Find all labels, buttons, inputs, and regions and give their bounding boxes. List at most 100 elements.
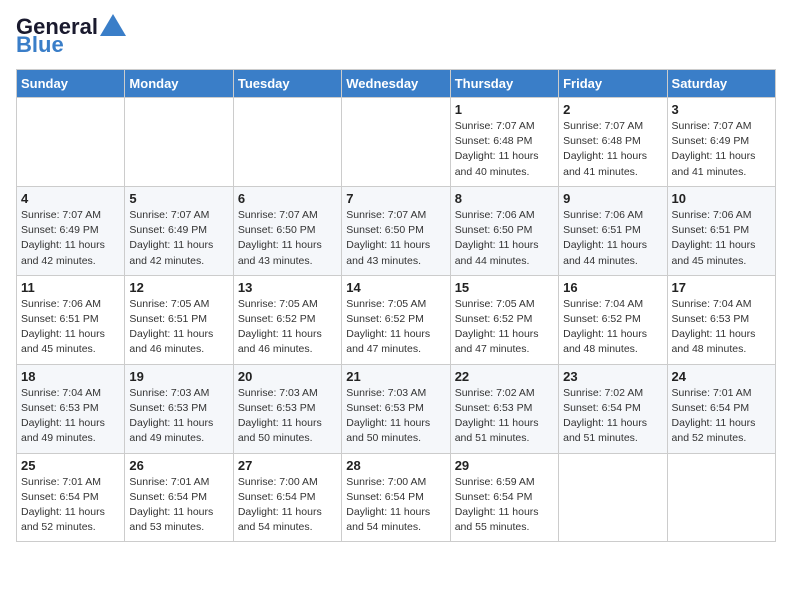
day-number: 3 [672,102,771,117]
day-info: Sunrise: 7:00 AM Sunset: 6:54 PM Dayligh… [346,475,445,536]
calendar-cell: 20 Sunrise: 7:03 AM Sunset: 6:53 PM Dayli… [233,364,341,453]
calendar-cell [17,98,125,187]
day-info: Sunrise: 7:05 AM Sunset: 6:52 PM Dayligh… [455,297,554,358]
day-number: 19 [129,369,228,384]
calendar-cell: 22 Sunrise: 7:02 AM Sunset: 6:53 PM Dayli… [450,364,558,453]
calendar-cell: 8 Sunrise: 7:06 AM Sunset: 6:50 PM Daylig… [450,186,558,275]
day-info: Sunrise: 7:06 AM Sunset: 6:50 PM Dayligh… [455,208,554,269]
day-info: Sunrise: 7:07 AM Sunset: 6:49 PM Dayligh… [21,208,120,269]
calendar-cell: 14 Sunrise: 7:05 AM Sunset: 6:52 PM Dayli… [342,275,450,364]
day-number: 13 [238,280,337,295]
day-info: Sunrise: 7:05 AM Sunset: 6:52 PM Dayligh… [346,297,445,358]
day-info: Sunrise: 7:04 AM Sunset: 6:53 PM Dayligh… [672,297,771,358]
calendar-cell: 1Sunrise: 7:07 AM Sunset: 6:48 PM Daylig… [450,98,558,187]
calendar-cell: 9 Sunrise: 7:06 AM Sunset: 6:51 PM Daylig… [559,186,667,275]
day-info: Sunrise: 7:04 AM Sunset: 6:52 PM Dayligh… [563,297,662,358]
day-number: 22 [455,369,554,384]
day-info: Sunrise: 7:01 AM Sunset: 6:54 PM Dayligh… [21,475,120,536]
weekday-header-thursday: Thursday [450,70,558,98]
calendar-cell [125,98,233,187]
calendar-cell: 12 Sunrise: 7:05 AM Sunset: 6:51 PM Dayli… [125,275,233,364]
day-number: 14 [346,280,445,295]
calendar-cell: 18 Sunrise: 7:04 AM Sunset: 6:53 PM Dayli… [17,364,125,453]
day-number: 1 [455,102,554,117]
day-info: Sunrise: 7:01 AM Sunset: 6:54 PM Dayligh… [129,475,228,536]
day-number: 12 [129,280,228,295]
calendar-cell: 7 Sunrise: 7:07 AM Sunset: 6:50 PM Daylig… [342,186,450,275]
day-number: 16 [563,280,662,295]
day-number: 15 [455,280,554,295]
day-info: Sunrise: 7:05 AM Sunset: 6:52 PM Dayligh… [238,297,337,358]
day-info: Sunrise: 7:02 AM Sunset: 6:54 PM Dayligh… [563,386,662,447]
day-info: Sunrise: 7:05 AM Sunset: 6:51 PM Dayligh… [129,297,228,358]
calendar-cell: 29 Sunrise: 6:59 AM Sunset: 6:54 PM Dayli… [450,453,558,542]
calendar-cell: 10 Sunrise: 7:06 AM Sunset: 6:51 PM Dayli… [667,186,775,275]
weekday-header-wednesday: Wednesday [342,70,450,98]
day-info: Sunrise: 7:01 AM Sunset: 6:54 PM Dayligh… [672,386,771,447]
calendar-cell: 3 Sunrise: 7:07 AM Sunset: 6:49 PM Daylig… [667,98,775,187]
day-number: 23 [563,369,662,384]
calendar-cell: 28 Sunrise: 7:00 AM Sunset: 6:54 PM Dayli… [342,453,450,542]
calendar-cell [233,98,341,187]
weekday-header-tuesday: Tuesday [233,70,341,98]
day-number: 26 [129,458,228,473]
logo-blue-text: Blue [16,32,64,57]
calendar-cell: 6 Sunrise: 7:07 AM Sunset: 6:50 PM Daylig… [233,186,341,275]
day-info: Sunrise: 7:02 AM Sunset: 6:53 PM Dayligh… [455,386,554,447]
calendar-cell: 23 Sunrise: 7:02 AM Sunset: 6:54 PM Dayli… [559,364,667,453]
day-number: 28 [346,458,445,473]
day-number: 27 [238,458,337,473]
day-number: 21 [346,369,445,384]
day-info: Sunrise: 7:07 AM Sunset: 6:48 PM Dayligh… [563,119,662,180]
calendar-cell: 5 Sunrise: 7:07 AM Sunset: 6:49 PM Daylig… [125,186,233,275]
day-number: 2 [563,102,662,117]
day-number: 17 [672,280,771,295]
day-number: 20 [238,369,337,384]
weekday-header-saturday: Saturday [667,70,775,98]
day-number: 8 [455,191,554,206]
calendar-cell: 13 Sunrise: 7:05 AM Sunset: 6:52 PM Dayli… [233,275,341,364]
day-info: Sunrise: 7:03 AM Sunset: 6:53 PM Dayligh… [129,386,228,447]
day-info: Sunrise: 7:07 AM Sunset: 6:50 PM Dayligh… [238,208,337,269]
calendar-cell: 25 Sunrise: 7:01 AM Sunset: 6:54 PM Dayli… [17,453,125,542]
day-info: Sunrise: 7:07 AM Sunset: 6:49 PM Dayligh… [672,119,771,180]
calendar-cell: 2 Sunrise: 7:07 AM Sunset: 6:48 PM Daylig… [559,98,667,187]
day-info: Sunrise: 7:04 AM Sunset: 6:53 PM Dayligh… [21,386,120,447]
day-number: 4 [21,191,120,206]
page-header: General Blue [16,16,776,57]
calendar-table: SundayMondayTuesdayWednesdayThursdayFrid… [16,69,776,542]
calendar-cell: 27 Sunrise: 7:00 AM Sunset: 6:54 PM Dayli… [233,453,341,542]
day-info: Sunrise: 7:03 AM Sunset: 6:53 PM Dayligh… [238,386,337,447]
day-number: 6 [238,191,337,206]
day-number: 5 [129,191,228,206]
day-number: 29 [455,458,554,473]
calendar-cell: 15 Sunrise: 7:05 AM Sunset: 6:52 PM Dayli… [450,275,558,364]
day-number: 11 [21,280,120,295]
calendar-cell: 26 Sunrise: 7:01 AM Sunset: 6:54 PM Dayli… [125,453,233,542]
day-info: Sunrise: 7:06 AM Sunset: 6:51 PM Dayligh… [563,208,662,269]
day-info: Sunrise: 7:03 AM Sunset: 6:53 PM Dayligh… [346,386,445,447]
logo: General Blue [16,16,126,57]
day-info: Sunrise: 6:59 AM Sunset: 6:54 PM Dayligh… [455,475,554,536]
weekday-header-sunday: Sunday [17,70,125,98]
weekday-header-friday: Friday [559,70,667,98]
weekday-header-monday: Monday [125,70,233,98]
calendar-cell: 17 Sunrise: 7:04 AM Sunset: 6:53 PM Dayli… [667,275,775,364]
day-info: Sunrise: 7:06 AM Sunset: 6:51 PM Dayligh… [21,297,120,358]
calendar-cell [667,453,775,542]
calendar-cell [342,98,450,187]
calendar-cell: 19 Sunrise: 7:03 AM Sunset: 6:53 PM Dayli… [125,364,233,453]
day-info: Sunrise: 7:07 AM Sunset: 6:49 PM Dayligh… [129,208,228,269]
day-info: Sunrise: 7:00 AM Sunset: 6:54 PM Dayligh… [238,475,337,536]
day-number: 25 [21,458,120,473]
day-info: Sunrise: 7:07 AM Sunset: 6:50 PM Dayligh… [346,208,445,269]
day-number: 18 [21,369,120,384]
day-number: 10 [672,191,771,206]
day-number: 9 [563,191,662,206]
calendar-cell: 21 Sunrise: 7:03 AM Sunset: 6:53 PM Dayli… [342,364,450,453]
day-number: 7 [346,191,445,206]
calendar-cell: 24 Sunrise: 7:01 AM Sunset: 6:54 PM Dayli… [667,364,775,453]
day-info: Sunrise: 7:06 AM Sunset: 6:51 PM Dayligh… [672,208,771,269]
calendar-cell [559,453,667,542]
day-number: 24 [672,369,771,384]
